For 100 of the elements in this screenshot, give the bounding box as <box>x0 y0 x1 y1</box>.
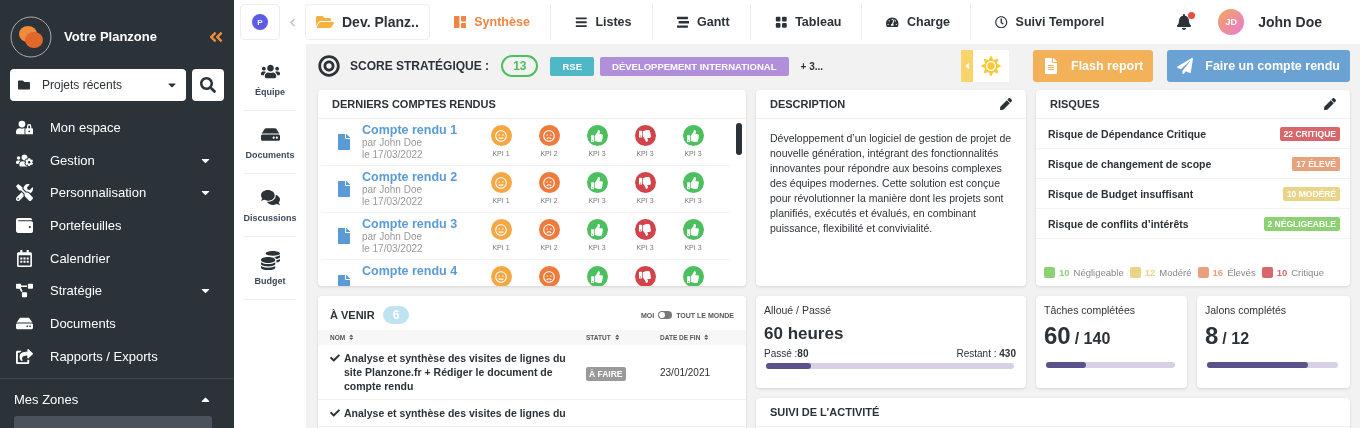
sad-face-icon <box>543 270 555 283</box>
neutral-face-icon <box>495 223 507 236</box>
view-tab[interactable]: Tableau <box>754 4 863 40</box>
risk-name: Risque de Budget insuffisant <box>1048 187 1194 200</box>
thumbs-up-icon <box>687 223 699 236</box>
edit-icon[interactable] <box>1324 98 1336 110</box>
task-name: Analyse et synthèse des visites de lignes du site Planzone.fr + Rédiger le document de compte rendu <box>344 351 567 393</box>
stat-value: 8 <box>1205 322 1219 350</box>
workspace-badge: P <box>252 14 268 30</box>
check-icon[interactable] <box>330 353 340 363</box>
card-title: À VENIR <box>330 309 375 321</box>
check-icon[interactable] <box>330 408 340 418</box>
view-tab[interactable]: Gantt <box>656 4 751 40</box>
sidebar-item[interactable]: Personnalisation <box>0 176 234 210</box>
report-author: par John Doe <box>362 231 424 243</box>
weather-toggle[interactable] <box>961 50 1009 82</box>
sort-icon <box>613 334 621 341</box>
task-name: Analyse et synthèse des visites de lignes du <box>344 406 567 420</box>
neutral-face-icon <box>495 270 507 283</box>
sad-face-icon <box>543 129 555 142</box>
search-button[interactable] <box>192 69 224 102</box>
legend-label: Négligeable <box>1073 267 1124 278</box>
thumbs-up-icon <box>687 176 699 189</box>
due-date: 23/01/2021 <box>660 366 712 378</box>
sidebar-item[interactable]: Stratégie <box>0 274 234 308</box>
export-icon <box>15 347 33 365</box>
scrollbar-thumb[interactable] <box>736 123 742 155</box>
grid-icon <box>453 15 467 29</box>
stat-total: / 12 <box>1222 330 1250 348</box>
report-date: le 17/03/2022 <box>362 243 424 255</box>
workspace-button[interactable]: P <box>240 4 280 40</box>
view-tab[interactable]: Listes <box>554 4 653 40</box>
card-title: DESCRIPTION <box>770 98 846 110</box>
tools-icon <box>15 184 33 202</box>
calendar-icon <box>15 249 33 267</box>
project-nav-item[interactable]: Équipe <box>244 48 296 111</box>
sort-icon <box>703 334 710 341</box>
score-value: 13 <box>501 55 539 77</box>
bell-icon[interactable] <box>1176 14 1193 30</box>
sidebar-item[interactable]: Gestion <box>0 144 234 177</box>
file-icon <box>336 134 352 150</box>
remaining-hours: Restant : 430 <box>956 348 1016 359</box>
zones-heading: Mes Zones <box>14 392 80 408</box>
spent-hours: Passé :80 <box>764 348 809 359</box>
risk-level: 2 NÉGLIGEABLE <box>1263 216 1340 231</box>
thumbs-down-icon <box>639 270 651 283</box>
project-nav-item[interactable]: Budget <box>244 237 296 300</box>
thumbs-up-icon <box>591 176 603 189</box>
sidebar-item[interactable]: Rapports / Exports <box>0 339 234 373</box>
wallet-icon <box>15 217 33 235</box>
document-icon <box>1043 58 1059 74</box>
strategy-tag: DÉVELOPPEMENT INTERNATIONAL <box>600 56 789 76</box>
thumbs-down-icon <box>639 176 651 189</box>
project-nav-item[interactable]: Documents <box>244 111 296 174</box>
chat-icon <box>260 187 280 207</box>
risk-name: Risque de Dépendance Critique <box>1048 127 1207 140</box>
view-tab[interactable]: Suivi Temporel <box>975 4 1125 40</box>
sidebar-item[interactable]: Mon espace <box>0 111 234 144</box>
project-button[interactable]: Dev. Planz.. <box>305 4 430 40</box>
report-date: le 17/03/2022 <box>362 149 424 161</box>
risk-name: Risque de changement de scope <box>1048 157 1212 170</box>
thumbs-down-icon <box>639 223 651 236</box>
sidebar-item[interactable]: Documents <box>0 307 234 340</box>
neutral-face-icon <box>495 129 507 142</box>
clock-icon <box>995 15 1008 29</box>
sad-face-icon <box>543 176 555 189</box>
sort-icon <box>348 334 355 341</box>
folder-icon <box>316 13 334 31</box>
card-title: SUIVI DE L’ACTIVITÉ <box>770 406 880 418</box>
report-author: par John Doe <box>362 137 424 149</box>
gauge-icon <box>886 15 899 29</box>
thumbs-up-icon <box>687 129 699 142</box>
brand-name: Votre Planzone <box>64 29 158 45</box>
scope-switch[interactable] <box>658 311 673 319</box>
target-icon <box>318 55 340 77</box>
description-text: Développement d’un logiciel de gestion de projet de nouvelle génération, intégrant des fonctionnalités innovantes pour répondre aux besoins complexes des équipes modernes. Cette solution est conçue pour révolutionner la manière dont les projets sont planifiés, exécutés et évalués, en combinant puissance, flexibilité et convivialité. <box>769 131 1013 236</box>
risk-name: Risque de conflits d’intérêts <box>1048 217 1189 230</box>
sidebar-item[interactable]: Portefeuilles <box>0 209 234 242</box>
thumbs-up-icon <box>591 129 603 142</box>
card-title: DERNIERS COMPTES RENDUS <box>332 98 496 110</box>
recent-projects-select[interactable]: Projets récents <box>10 69 186 102</box>
user-name: John Doe <box>1258 14 1322 30</box>
card-title: RISQUES <box>1050 98 1100 110</box>
stat-label: Tâches complétées <box>1044 304 1137 316</box>
risk-level: 17 ÉLEVÉ <box>1292 156 1340 171</box>
more-tags[interactable]: + 3... <box>800 60 824 72</box>
legend-label: Modéré <box>1159 267 1192 278</box>
gantt-icon <box>676 15 689 29</box>
sidebar-item[interactable]: Calendrier <box>0 241 234 275</box>
edit-icon[interactable] <box>1000 98 1012 110</box>
legend-count: 16 <box>1212 267 1224 278</box>
view-tab[interactable]: Charge <box>866 4 972 40</box>
thumbs-down-icon <box>639 129 651 142</box>
strategy-tag: RSE <box>550 56 595 76</box>
thumbs-up-icon <box>591 223 603 236</box>
stat-total: / 140 <box>1074 330 1111 348</box>
project-nav-item[interactable]: Discussions <box>244 174 296 237</box>
neutral-face-icon <box>495 176 507 189</box>
user-lock-icon <box>15 119 33 137</box>
chevron-left-icon <box>288 17 297 27</box>
